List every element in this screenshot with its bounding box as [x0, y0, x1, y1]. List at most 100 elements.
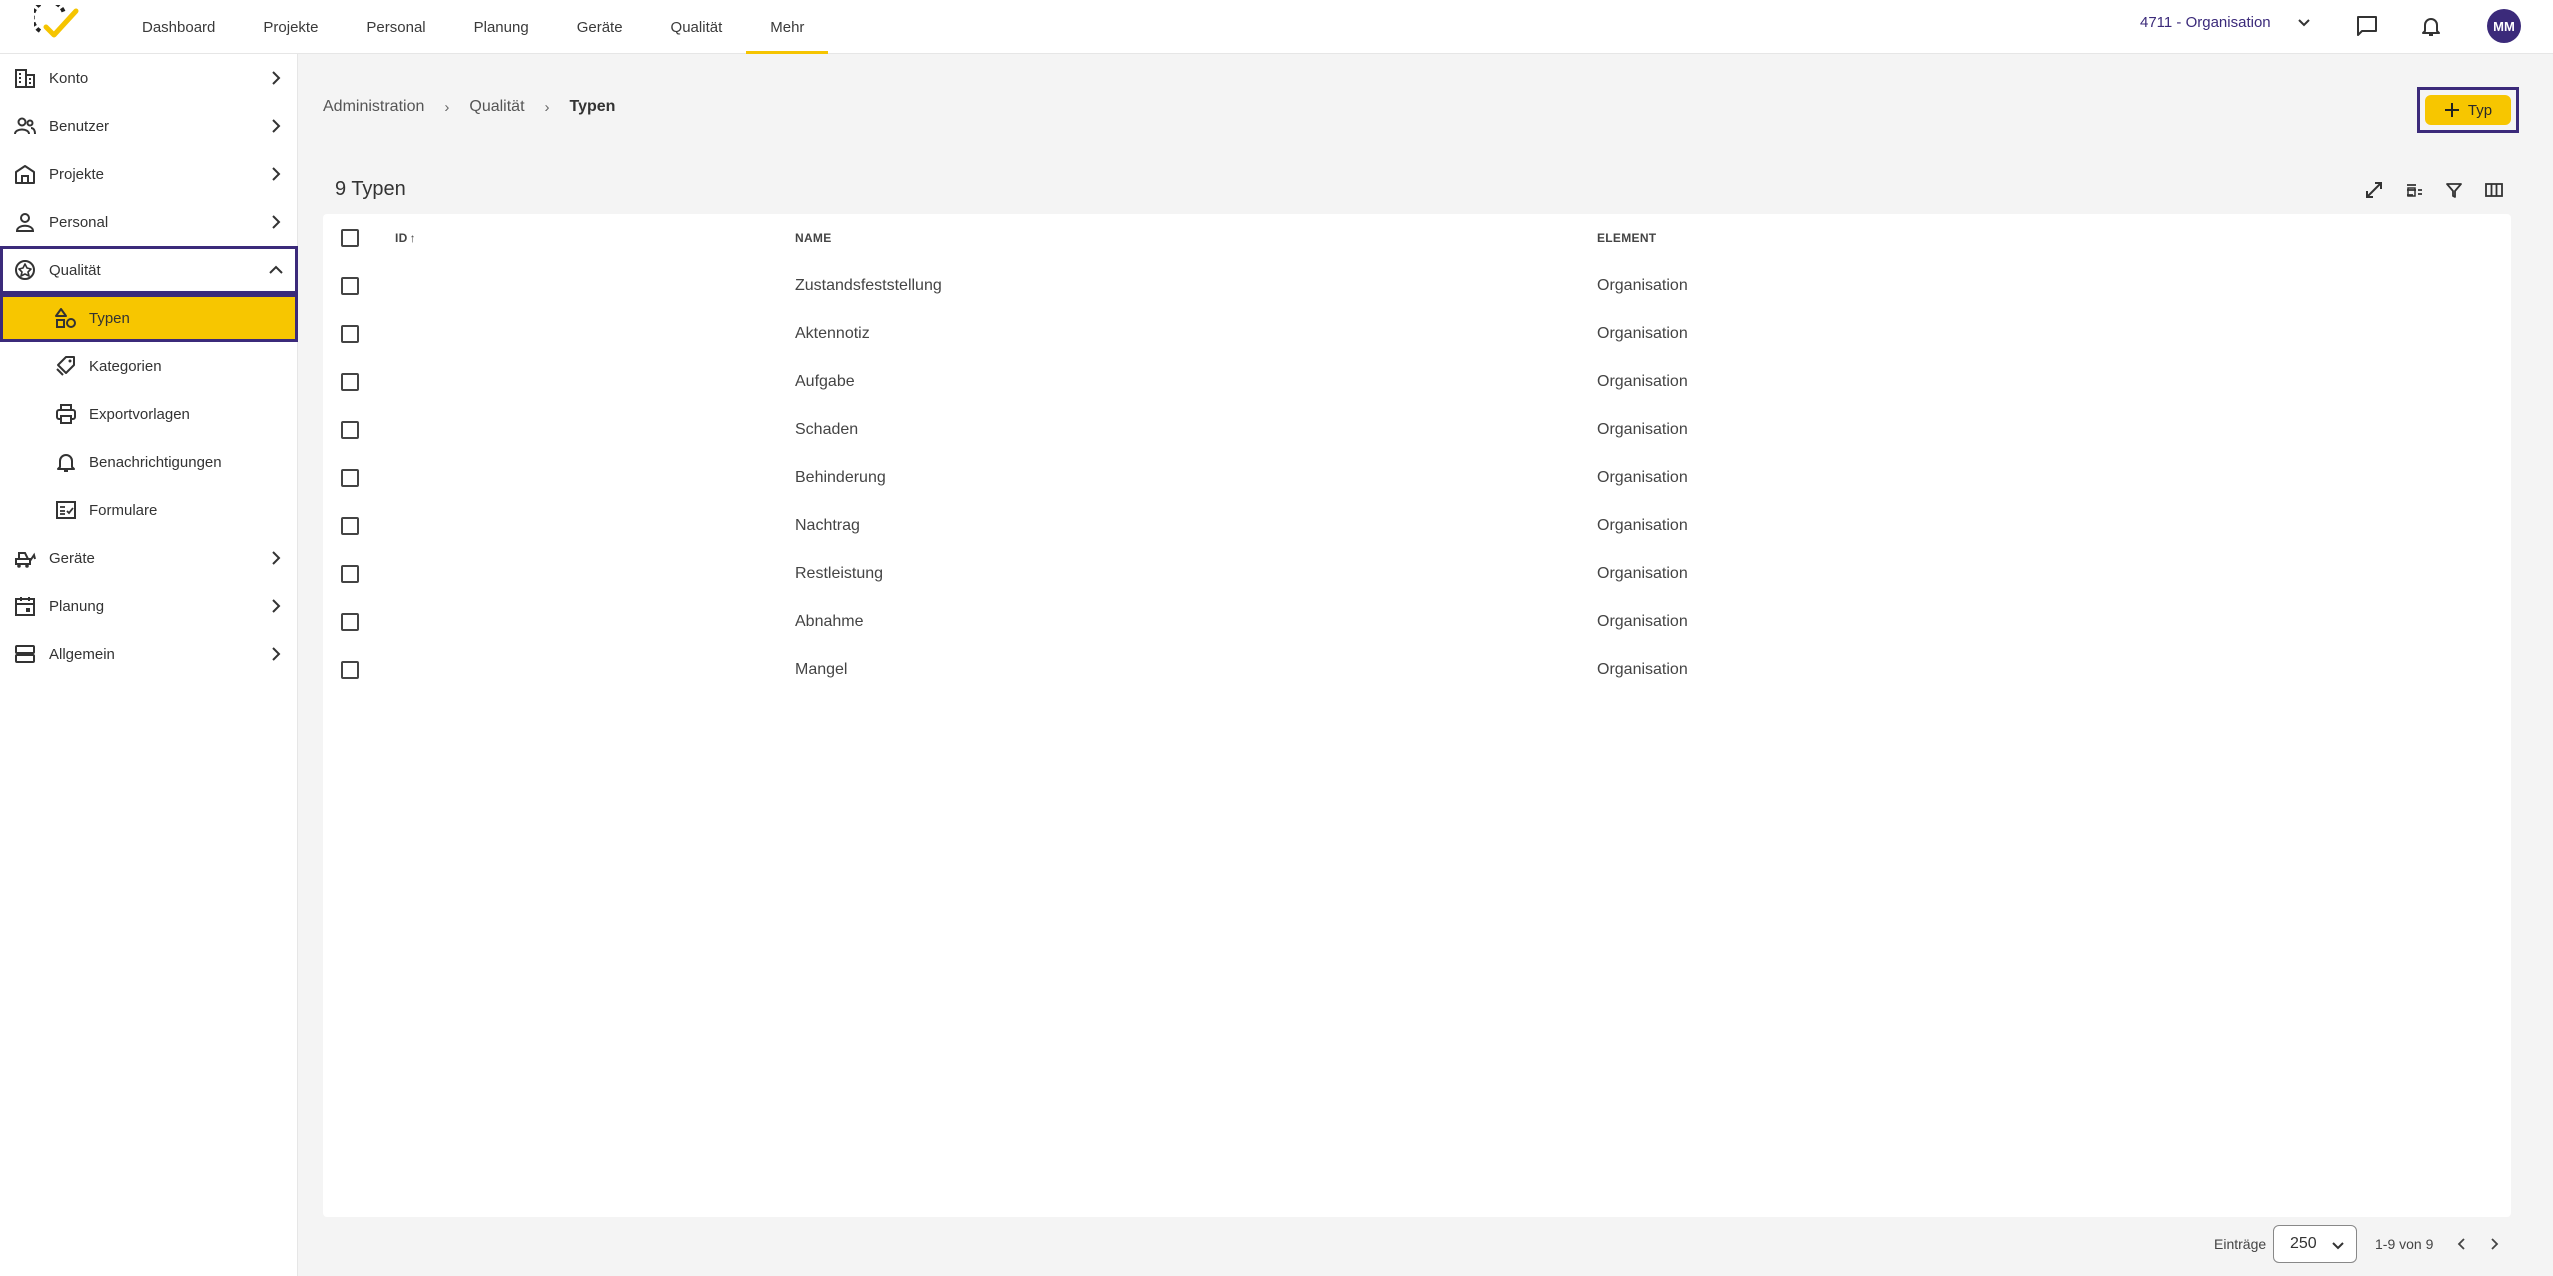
column-header-element[interactable]: ELEMENT — [1597, 231, 1656, 245]
row-checkbox[interactable] — [341, 517, 359, 535]
row-checkbox[interactable] — [341, 565, 359, 583]
row-checkbox[interactable] — [341, 469, 359, 487]
cell-name: Schaden — [795, 421, 859, 438]
main-nav: Dashboard Projekte Personal Planung Gerä… — [118, 0, 829, 54]
sidebar-item-label: Planung — [49, 597, 105, 615]
chevron-right-icon: › — [544, 98, 550, 116]
bell-icon — [57, 454, 75, 472]
user-avatar[interactable]: MM — [2487, 9, 2521, 43]
cell-element: Organisation — [1597, 469, 1688, 486]
nav-projekte[interactable]: Projekte — [239, 0, 342, 54]
chevron-down-icon — [2297, 18, 2310, 26]
machine-icon — [15, 552, 36, 568]
cell-element: Organisation — [1597, 421, 1688, 438]
cell-element: Organisation — [1597, 613, 1688, 630]
sidebar-subitem-benachrichtigungen[interactable]: Benachrichtigungen — [0, 438, 298, 486]
cell-name: Aufgabe — [795, 373, 855, 390]
sidebar-subitem-exportvorlagen[interactable]: Exportvorlagen — [0, 390, 298, 438]
cell-element: Organisation — [1597, 565, 1688, 582]
cell-element: Organisation — [1597, 373, 1688, 390]
sidebar-subitem-label: Typen — [89, 309, 130, 327]
table-row[interactable]: Aktennotiz Organisation — [323, 310, 2511, 358]
table-row[interactable]: Nachtrag Organisation — [323, 502, 2511, 550]
table-count: 9 Typen — [335, 178, 406, 200]
chevron-right-icon — [272, 71, 281, 85]
chevron-right-icon — [272, 167, 281, 181]
sidebar-subitem-label: Kategorien — [89, 357, 162, 375]
nav-mehr[interactable]: Mehr — [746, 0, 829, 54]
sidebar-item-personal[interactable]: Personal — [0, 198, 298, 246]
sidebar-item-projekte[interactable]: Projekte — [0, 150, 298, 198]
table-row[interactable]: Aufgabe Organisation — [323, 358, 2511, 406]
row-checkbox[interactable] — [341, 421, 359, 439]
density-icon[interactable] — [2402, 178, 2426, 202]
cell-name: Restleistung — [795, 565, 884, 582]
cell-name: Nachtrag — [795, 517, 860, 534]
sidebar-subitem-formulare[interactable]: Formulare — [0, 486, 298, 534]
page-size-select[interactable]: 250 — [2273, 1225, 2357, 1263]
sort-arrow-up-icon: ↑ — [409, 231, 416, 245]
organisation-switcher[interactable]: 4711 - Organisation — [2140, 14, 2311, 31]
badge-icon — [15, 260, 35, 280]
cell-element: Organisation — [1597, 277, 1688, 294]
column-header-id[interactable]: ID ↑ — [395, 231, 416, 245]
chevron-right-icon — [272, 551, 281, 565]
chevron-right-icon — [272, 215, 281, 229]
sidebar-item-qualitaet[interactable]: Qualität — [0, 246, 298, 294]
row-checkbox[interactable] — [341, 325, 359, 343]
nav-geraete[interactable]: Geräte — [553, 0, 647, 54]
printer-icon — [56, 404, 76, 424]
chevron-right-icon — [272, 599, 281, 613]
filter-icon[interactable] — [2442, 178, 2466, 202]
nav-qualitaet[interactable]: Qualität — [647, 0, 747, 54]
sidebar-item-planung[interactable]: Planung — [0, 582, 298, 630]
select-all-checkbox[interactable] — [341, 229, 359, 247]
bell-icon[interactable] — [2418, 13, 2444, 39]
chevron-down-icon — [2332, 1242, 2344, 1250]
add-type-button-inner[interactable]: Typ — [2425, 95, 2511, 125]
entries-label: Einträge — [2214, 1236, 2267, 1252]
app-logo[interactable] — [30, 0, 80, 47]
chat-icon[interactable] — [2354, 13, 2380, 39]
row-checkbox[interactable] — [341, 277, 359, 295]
sidebar-item-allgemein[interactable]: Allgemein — [0, 630, 298, 678]
sidebar-item-konto[interactable]: Konto — [0, 54, 298, 102]
row-checkbox[interactable] — [341, 661, 359, 679]
sidebar-item-benutzer[interactable]: Benutzer — [0, 102, 298, 150]
table-row[interactable]: Behinderung Organisation — [323, 454, 2511, 502]
breadcrumb-qualitaet[interactable]: Qualität — [469, 98, 524, 116]
sidebar-item-label: Projekte — [49, 165, 105, 183]
building-icon — [15, 69, 35, 88]
types-table: ID ↑ NAME ELEMENT Zustandsfeststellung Org… — [323, 214, 2511, 1217]
sidebar-item-label: Personal — [49, 213, 109, 231]
cell-name: Zustandsfeststellung — [795, 277, 942, 294]
nav-dashboard[interactable]: Dashboard — [118, 0, 239, 54]
sidebar-subitem-kategorien[interactable]: Kategorien — [0, 342, 298, 390]
cell-name: Aktennotiz — [795, 325, 870, 342]
columns-icon[interactable] — [2482, 178, 2506, 202]
next-page-icon[interactable] — [2484, 1234, 2504, 1254]
table-row[interactable]: Mangel Organisation — [323, 646, 2511, 694]
nav-planung[interactable]: Planung — [450, 0, 553, 54]
house-icon — [15, 165, 35, 184]
sidebar-item-label: Konto — [49, 69, 89, 87]
breadcrumb: Administration › Qualität › Typen — [323, 98, 615, 116]
page-range: 1-9 von 9 — [2375, 1236, 2434, 1252]
row-checkbox[interactable] — [341, 373, 359, 391]
sidebar-item-geraete[interactable]: Geräte — [0, 534, 298, 582]
prev-page-icon[interactable] — [2452, 1234, 2472, 1254]
tags-icon — [56, 356, 75, 376]
sidebar-subitem-typen[interactable]: Typen — [0, 294, 298, 342]
server-icon — [15, 645, 35, 663]
column-header-name[interactable]: NAME — [795, 231, 832, 245]
breadcrumb-administration[interactable]: Administration — [323, 98, 424, 116]
add-type-button[interactable]: Typ — [2417, 87, 2519, 133]
cell-element: Organisation — [1597, 517, 1688, 534]
nav-personal[interactable]: Personal — [342, 0, 449, 54]
table-row[interactable]: Restleistung Organisation — [323, 550, 2511, 598]
row-checkbox[interactable] — [341, 613, 359, 631]
table-row[interactable]: Zustandsfeststellung Organisation — [323, 262, 2511, 310]
table-row[interactable]: Abnahme Organisation — [323, 598, 2511, 646]
fullscreen-icon[interactable] — [2362, 178, 2386, 202]
table-row[interactable]: Schaden Organisation — [323, 406, 2511, 454]
